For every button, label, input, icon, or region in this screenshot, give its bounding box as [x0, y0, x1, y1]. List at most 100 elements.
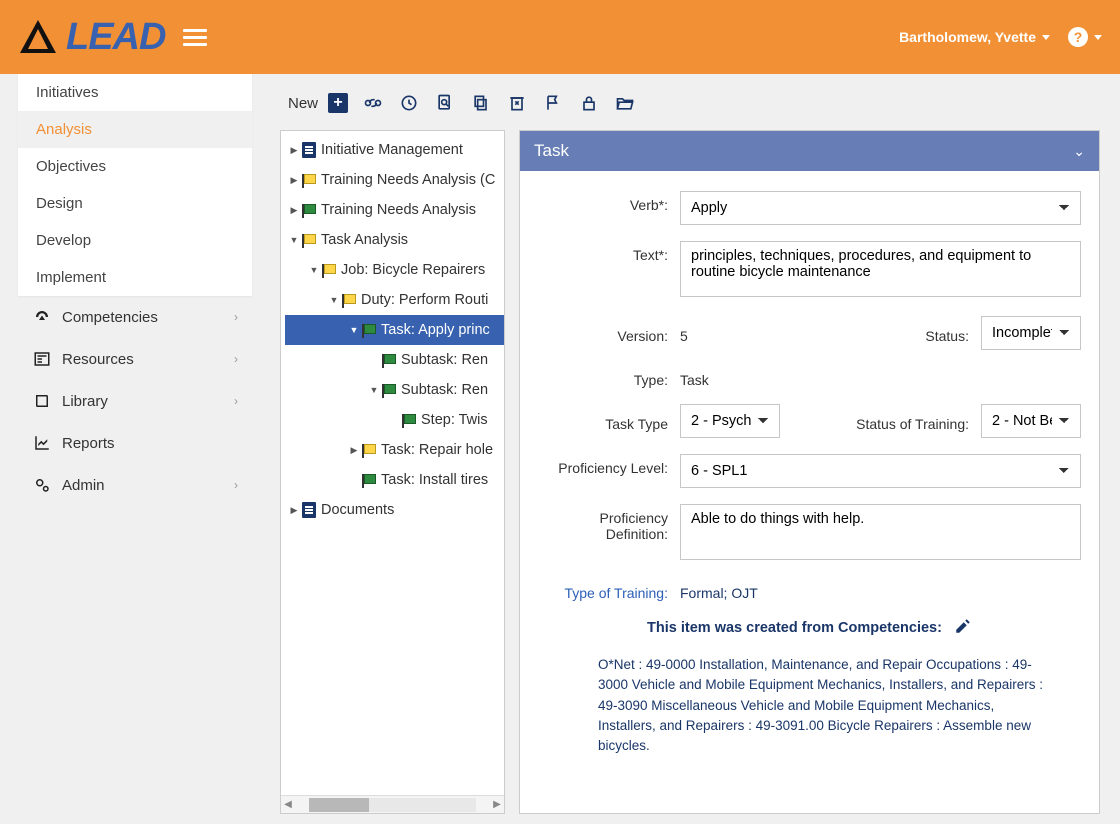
status-label: Status: [925, 322, 969, 344]
search-doc-icon[interactable] [434, 92, 456, 114]
tree-label: Training Needs Analysis [321, 202, 476, 218]
status-training-label: Status of Training: [856, 410, 969, 432]
tree-label: Task: Install tires [381, 472, 488, 488]
tree-pane: ▶ Initiative Management ▶ Training Needs An… [280, 130, 505, 814]
sidebar-group-admin[interactable]: Admin › [18, 464, 252, 506]
sidebar-item-design[interactable]: Design [18, 185, 252, 222]
tree-row[interactable]: ▶Task: Repair hole [285, 435, 504, 465]
chevron-right-icon: › [234, 310, 238, 324]
tree-label: Task: Apply princ [381, 322, 490, 338]
tree-toggle-icon[interactable]: ▶ [289, 145, 299, 156]
tree-row[interactable]: ▶ Documents [285, 495, 504, 525]
text-label: Text*: [538, 241, 668, 263]
history-icon[interactable] [398, 92, 420, 114]
tree-row[interactable]: ▼ Duty: Perform Routi [285, 285, 504, 315]
flag-yellow-icon [362, 444, 376, 456]
tree-label: Training Needs Analysis (C [321, 172, 495, 188]
flag-yellow-icon [302, 234, 316, 246]
tree-row[interactable]: ▶ Training Needs Analysis [285, 195, 504, 225]
sidebar-group-resources[interactable]: Resources › [18, 338, 252, 380]
tree-label: Task Analysis [321, 232, 408, 248]
tree-toggle-icon[interactable]: ▼ [289, 235, 299, 245]
sidebar-item-initiatives[interactable]: Initiatives [18, 74, 252, 111]
type-value: Task [680, 366, 709, 388]
caret-down-icon [1094, 35, 1102, 40]
edit-pencil-icon[interactable] [954, 617, 972, 639]
document-icon [302, 502, 316, 518]
tree-label: Duty: Perform Routi [361, 292, 488, 308]
tree-toggle-icon[interactable]: ▼ [309, 265, 319, 275]
gauge-icon [32, 308, 52, 326]
tree-row[interactable]: Subtask: Ren [285, 345, 504, 375]
new-label: New [288, 95, 318, 112]
toolbar: New + [280, 92, 1100, 114]
task-type-label: Task Type [538, 410, 668, 432]
link-icon[interactable] [362, 92, 384, 114]
sidebar-item-analysis[interactable]: Analysis [18, 111, 252, 148]
tree-toggle-icon[interactable]: ▶ [289, 505, 299, 516]
tree-row[interactable]: ▶ Initiative Management [285, 135, 504, 165]
status-training-select[interactable]: 2 - Not Be [981, 404, 1081, 438]
tree-row[interactable]: ▼ Task: Apply princ [285, 315, 504, 345]
tree-row[interactable]: ▼ Job: Bicycle Repairers [285, 255, 504, 285]
tree-toggle-icon[interactable]: ▼ [329, 295, 339, 305]
tree-row[interactable]: ▼ Task Analysis [285, 225, 504, 255]
user-menu[interactable]: Bartholomew, Yvette [899, 29, 1050, 45]
prof-def-label: Proficiency Definition: [538, 504, 668, 542]
version-value: 5 [680, 322, 688, 344]
tree-label: Subtask: Ren [401, 352, 488, 368]
verb-select[interactable]: Apply [680, 191, 1081, 225]
help-menu[interactable]: ? [1068, 27, 1102, 47]
tree-toggle-icon[interactable]: ▶ [289, 175, 299, 186]
chart-icon [32, 434, 52, 452]
tree-row[interactable]: ▼Subtask: Ren [285, 375, 504, 405]
text-field[interactable]: principles, techniques, procedures, and … [680, 241, 1081, 297]
sidebar-group-reports[interactable]: Reports [18, 422, 252, 464]
sidebar-item-develop[interactable]: Develop [18, 222, 252, 259]
sidebar-group-competencies[interactable]: Competencies › [18, 296, 252, 338]
flag-green-icon [382, 354, 396, 366]
tree-row[interactable]: Task: Install tires [285, 465, 504, 495]
sidebar-item-implement[interactable]: Implement [18, 259, 252, 296]
user-name: Bartholomew, Yvette [899, 29, 1036, 45]
tree-horizontal-scrollbar[interactable]: ◀ ▶ [281, 795, 504, 813]
folder-open-icon[interactable] [614, 92, 636, 114]
tree-toggle-icon[interactable]: ▼ [369, 385, 379, 395]
tree-label: Initiative Management [321, 142, 463, 158]
task-type-select[interactable]: 2 - Psycho [680, 404, 780, 438]
new-button[interactable]: + [328, 93, 348, 113]
flag-green-icon [362, 474, 376, 486]
verb-label: Verb*: [538, 191, 668, 213]
tree-label: Job: Bicycle Repairers [341, 262, 485, 278]
tree-toggle-icon[interactable]: ▶ [289, 205, 299, 216]
help-icon: ? [1068, 27, 1088, 47]
prof-def-field[interactable]: Able to do things with help. [680, 504, 1081, 560]
lock-icon[interactable] [578, 92, 600, 114]
competencies-text: O*Net : 49-0000 Installation, Maintenanc… [538, 655, 1081, 762]
brand-lead-logo: LEAD [66, 16, 165, 59]
tree-label: Documents [321, 502, 394, 518]
status-select[interactable]: Incomplet [981, 316, 1081, 350]
tree-row[interactable]: ▶ Training Needs Analysis (C [285, 165, 504, 195]
left-sidebar: Initiatives Analysis Objectives Design D… [0, 74, 252, 824]
prof-level-select[interactable]: 6 - SPL1 [680, 454, 1081, 488]
chevron-right-icon: › [234, 394, 238, 408]
copy-icon[interactable] [470, 92, 492, 114]
delete-icon[interactable] [506, 92, 528, 114]
logo-group: LEAD [18, 16, 165, 59]
tree-toggle-icon[interactable]: ▼ [349, 325, 359, 335]
chevron-down-icon: ⌄ [1073, 143, 1085, 160]
book-icon [32, 392, 52, 410]
tree-row[interactable]: Step: Twis [285, 405, 504, 435]
flag-icon[interactable] [542, 92, 564, 114]
flag-green-icon [302, 204, 316, 216]
tree-toggle-icon[interactable]: ▶ [349, 445, 359, 456]
type-training-label[interactable]: Type of Training: [538, 579, 668, 601]
sidebar-item-objectives[interactable]: Objectives [18, 148, 252, 185]
menu-toggle-icon[interactable] [183, 25, 207, 50]
prof-level-label: Proficiency Level: [538, 454, 668, 476]
flag-yellow-icon [342, 294, 356, 306]
side-top-panel: Initiatives Analysis Objectives Design D… [18, 74, 252, 296]
sidebar-group-library[interactable]: Library › [18, 380, 252, 422]
detail-header[interactable]: Task ⌄ [520, 131, 1099, 171]
